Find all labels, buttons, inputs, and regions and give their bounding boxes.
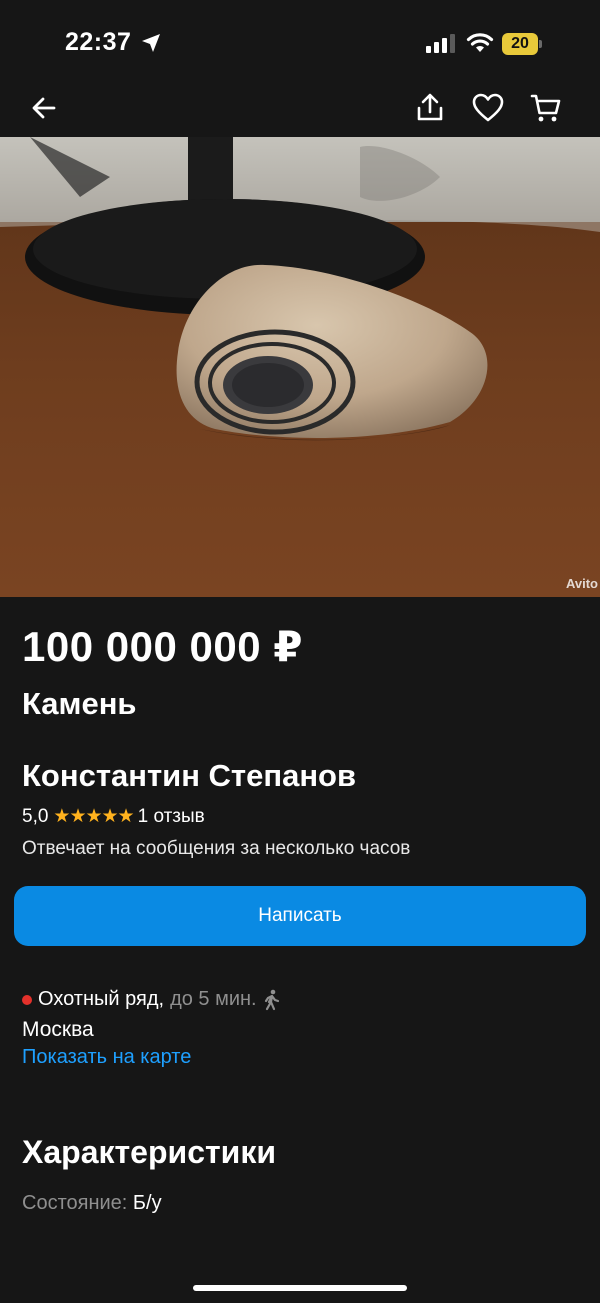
- home-indicator[interactable]: [193, 1285, 407, 1291]
- back-button[interactable]: [24, 88, 64, 128]
- metro-line-dot-icon: [22, 994, 32, 1005]
- wifi-icon: [466, 33, 494, 52]
- cart-icon: [530, 94, 561, 122]
- condition-label: Состояние:: [22, 1192, 128, 1214]
- top-nav-bar: [0, 88, 600, 136]
- stone-photo-image: [0, 137, 600, 597]
- seller-response-time: Отвечает на сообщения за несколько часов: [22, 838, 411, 859]
- status-bar: 22:37 20: [0, 0, 600, 88]
- condition-row: Состояние: Б/у: [22, 1192, 162, 1215]
- back-arrow-icon: [32, 97, 56, 119]
- rating-stars-icon: ★★★★★: [53, 806, 134, 827]
- reviews-count: 1 отзыв: [137, 805, 205, 827]
- heart-icon: [472, 93, 504, 122]
- battery-indicator: 20: [502, 33, 542, 55]
- listing-photo[interactable]: Avito: [0, 137, 600, 597]
- condition-value: Б/у: [132, 1192, 162, 1214]
- favorite-button[interactable]: [468, 88, 508, 128]
- battery-level: 20: [511, 35, 529, 52]
- show-on-map-link[interactable]: Показать на карте: [22, 1046, 191, 1069]
- cellular-signal-icon: [426, 34, 455, 53]
- photo-watermark: Avito: [565, 576, 598, 591]
- seller-rating-value: 5,0: [22, 805, 49, 827]
- metro-station: Охотный ряд,: [38, 988, 165, 1010]
- listing-price: 100 000 000 ₽: [22, 623, 303, 670]
- seller-rating-row[interactable]: 5,0 ★★★★★ 1 отзыв: [22, 805, 205, 828]
- share-icon: [417, 93, 443, 121]
- status-time: 22:37: [65, 28, 132, 56]
- cart-button[interactable]: [526, 88, 566, 128]
- metro-distance: до 5 мин.: [170, 988, 257, 1010]
- listing-title: Камень: [22, 686, 137, 721]
- share-button[interactable]: [410, 88, 450, 128]
- seller-name[interactable]: Константин Степанов: [22, 758, 356, 794]
- city-name: Москва: [22, 1018, 94, 1041]
- characteristics-heading: Характеристики: [22, 1134, 277, 1170]
- write-message-button[interactable]: Написать: [14, 886, 586, 946]
- location-arrow-icon: [142, 34, 160, 52]
- walking-person-icon: [264, 989, 279, 1010]
- metro-location: Охотный ряд, до 5 мин.: [22, 988, 283, 1011]
